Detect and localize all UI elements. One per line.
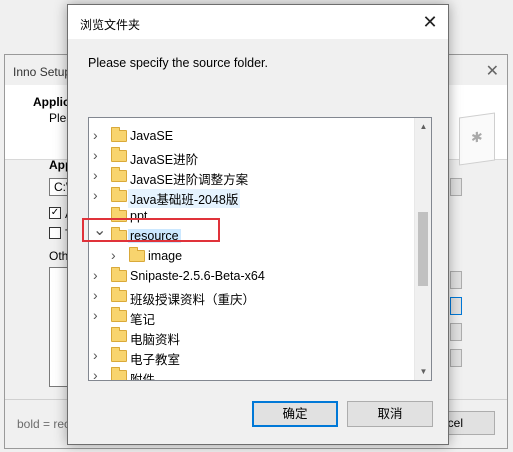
tree-item[interactable]: › image: [89, 246, 415, 266]
cancel-button[interactable]: 取消: [347, 401, 433, 427]
footer-note: bold = rec: [17, 417, 71, 431]
browse-button-partial[interactable]: [450, 178, 462, 196]
tree-item-label: resource: [128, 229, 181, 243]
checkbox-1[interactable]: ✓: [49, 207, 61, 219]
folder-icon: [111, 287, 127, 302]
tree-item[interactable]: › Java基础班-2048版: [89, 186, 415, 208]
side-button-4[interactable]: [450, 349, 462, 367]
setup-icon: ✱: [459, 112, 495, 166]
folder-icon: [111, 167, 127, 182]
scrollbar-thumb[interactable]: [418, 212, 428, 286]
chevron-right-icon[interactable]: ›: [93, 168, 98, 182]
folder-icon: [111, 187, 127, 202]
tree-item[interactable]: › JavaSE: [89, 126, 415, 146]
tree-item-label: ppt: [130, 209, 148, 223]
browse-folder-dialog: 浏览文件夹 ✕ Please specify the source folder…: [67, 4, 449, 445]
folder-icon: [111, 127, 127, 142]
chevron-right-icon[interactable]: ›: [93, 148, 98, 162]
folder-tree[interactable]: ▲ ▼ › JavaSE › JavaSE进阶 › JavaSE进阶调整方案 › Java基础…: [88, 117, 432, 381]
side-button-1[interactable]: [450, 271, 462, 289]
folder-icon: [111, 327, 127, 342]
chevron-right-icon[interactable]: ›: [111, 248, 116, 262]
dialog-title: 浏览文件夹: [80, 18, 141, 32]
folder-icon: [111, 367, 127, 380]
dialog-titlebar: 浏览文件夹 ✕: [68, 5, 448, 39]
scroll-up-arrow-icon[interactable]: ▲: [415, 118, 431, 135]
tree-item[interactable]: › JavaSE进阶调整方案: [89, 166, 415, 187]
folder-icon: [111, 227, 127, 242]
tree-item[interactable]: › 附件: [89, 366, 415, 381]
chevron-right-icon[interactable]: ›: [93, 348, 98, 362]
folder-icon: [111, 307, 127, 322]
tree-item-label: image: [148, 249, 183, 263]
tree-item-label: 附件: [130, 373, 156, 381]
chevron-down-icon[interactable]: ⌄: [93, 223, 106, 239]
tree-item-label: JavaSE: [130, 129, 174, 143]
dialog-prompt: Please specify the source folder.: [88, 56, 268, 70]
tree-item-label: Snipaste-2.5.6-Beta-x64: [130, 269, 265, 283]
inno-close-icon[interactable]: ✕: [486, 61, 499, 81]
folder-icon: [111, 147, 127, 162]
close-icon[interactable]: ✕: [412, 5, 448, 39]
chevron-right-icon[interactable]: ›: [93, 308, 98, 322]
tree-item[interactable]: › 电子教室: [89, 346, 415, 367]
tree-scrollbar[interactable]: ▲ ▼: [414, 118, 431, 380]
chevron-right-icon[interactable]: ›: [93, 368, 98, 380]
folder-icon: [111, 207, 127, 222]
tree-item[interactable]: › Snipaste-2.5.6-Beta-x64: [89, 266, 415, 286]
tree-item[interactable]: ⌄ resource: [89, 223, 415, 246]
side-button-2[interactable]: [450, 297, 462, 315]
checkbox-2[interactable]: [49, 227, 61, 239]
tree-item[interactable]: ppt: [89, 206, 415, 226]
chevron-right-icon[interactable]: ›: [93, 128, 98, 142]
ok-button[interactable]: 确定: [252, 401, 338, 427]
tree-item[interactable]: 电脑资料: [89, 326, 415, 347]
scroll-down-arrow-icon[interactable]: ▼: [415, 363, 431, 380]
folder-icon: [111, 267, 127, 282]
inno-window-title: Inno Setup: [13, 65, 72, 79]
side-button-3[interactable]: [450, 323, 462, 341]
chevron-right-icon[interactable]: ›: [93, 288, 98, 302]
tree-item[interactable]: › JavaSE进阶: [89, 146, 415, 167]
chevron-right-icon[interactable]: ›: [93, 268, 98, 282]
folder-icon: [111, 347, 127, 362]
folder-icon: [129, 247, 145, 262]
chevron-right-icon[interactable]: ›: [93, 188, 98, 202]
tree-item[interactable]: › 笔记: [89, 306, 415, 327]
tree-item[interactable]: › 班级授课资料（重庆）: [89, 286, 415, 307]
